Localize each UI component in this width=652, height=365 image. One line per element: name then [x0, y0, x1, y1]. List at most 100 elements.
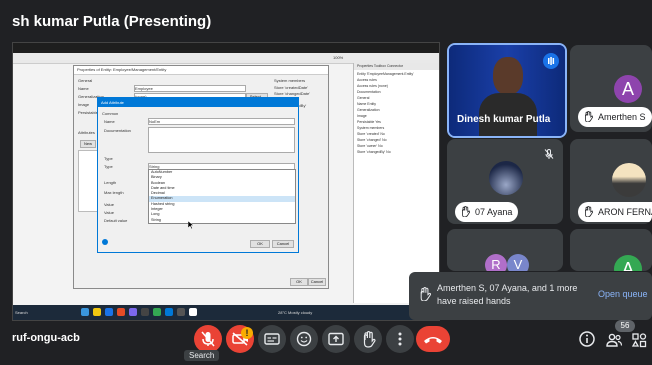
terminal-icon[interactable]: [177, 308, 185, 316]
persistable-label: Persistable: [78, 110, 98, 115]
hand-icon: [363, 331, 376, 348]
app-menubar: App Run Version Control Language Help Va…: [13, 43, 439, 57]
name-label: Name: [104, 119, 115, 124]
vscode-icon[interactable]: [129, 308, 137, 316]
taskbar-search[interactable]: Search: [15, 310, 28, 315]
raised-hand-icon: [420, 287, 431, 301]
raised-hand-icon: [462, 206, 470, 217]
store-icon[interactable]: [141, 308, 149, 316]
windows-taskbar: Search 28°C Mostly cloudy 10:34: [13, 305, 439, 320]
participant-name: Dinesh kumar Putla: [457, 114, 551, 125]
present-button[interactable]: [322, 325, 350, 353]
avatar: V: [507, 254, 529, 271]
image-label: Image: [78, 102, 90, 107]
add-attribute-dialog: Add Attribute Common Name NoEm Documenta…: [97, 97, 299, 253]
properties-title: Entity 'EmployeeManagement.Entity': [357, 72, 414, 76]
dialog-title: Properties of Entity: Employee/Managemen…: [74, 66, 328, 75]
meeting-info-button[interactable]: [578, 330, 596, 353]
avatar: R: [485, 254, 507, 271]
tab-connector: Connector: [386, 64, 404, 68]
participant-name: 07 Ayana: [475, 207, 513, 217]
open-queue-link[interactable]: Open queue: [598, 289, 648, 299]
attributes-label: Attributes: [78, 130, 95, 135]
prop-row: Persistable Yes: [357, 120, 381, 124]
mic-off-icon: [543, 147, 555, 165]
warning-badge: !: [241, 327, 253, 339]
type-label: Type: [104, 164, 113, 169]
max-length-label: Max length: [104, 190, 124, 195]
activities-button[interactable]: [630, 331, 648, 354]
documentation-label: Documentation: [104, 128, 131, 133]
name-label: Name: [78, 86, 89, 91]
people-button[interactable]: [605, 331, 623, 354]
raise-hand-button[interactable]: [354, 325, 382, 353]
tab-toolbox: Toolbox: [373, 64, 386, 68]
weather-text: 28°C Mostly cloudy: [278, 310, 313, 315]
system-member[interactable]: Store 'createdDate': [274, 85, 308, 90]
reactions-button[interactable]: [290, 325, 318, 353]
participant-nameplate: 07 Ayana: [455, 202, 519, 222]
mendix-icon[interactable]: [165, 308, 173, 316]
participant-name: ARON FERNA: [598, 207, 652, 217]
participant-name: Amerthen S: [598, 112, 646, 122]
person-head: [493, 57, 523, 95]
mic-toggle-button[interactable]: [194, 325, 222, 353]
participant-tile[interactable]: A Amerthen S: [570, 45, 652, 132]
type-options-list[interactable]: AutoNumber Binary Boolean Date and time …: [148, 169, 296, 224]
presenter-title: sh kumar Putla (Presenting): [12, 13, 212, 30]
raised-hands-toast: Amerthen S, 07 Ayana, and 1 more have ra…: [409, 272, 652, 320]
documentation-field[interactable]: [148, 127, 295, 153]
type-section-label: Type: [104, 156, 113, 161]
explorer-icon[interactable]: [93, 308, 101, 316]
avatar: [489, 161, 523, 195]
help-icon[interactable]: [102, 239, 108, 245]
prop-row: Documentation: [357, 90, 381, 94]
type-option[interactable]: String: [149, 218, 295, 223]
participant-tile[interactable]: ARON FERNA: [570, 139, 652, 224]
captions-button[interactable]: [258, 325, 286, 353]
captions-icon: [264, 333, 280, 345]
cancel-button[interactable]: Cancel: [308, 278, 326, 286]
leave-call-button[interactable]: [416, 326, 450, 352]
toast-message: Amerthen S, 07 Ayana, and 1 more have ra…: [437, 283, 578, 306]
participant-tile[interactable]: 07 Ayana: [447, 139, 563, 224]
ok-button[interactable]: OK: [290, 278, 308, 286]
prop-row: Store 'changedBy' No: [357, 150, 391, 154]
common-label: Common: [102, 111, 119, 116]
more-options-button[interactable]: [386, 325, 414, 353]
entity-name-field[interactable]: Employee: [134, 85, 246, 92]
value-section-label: Value: [104, 202, 114, 207]
ok-button[interactable]: OK: [250, 240, 270, 248]
participant-nameplate: ARON FERNA: [578, 202, 652, 222]
hang-up-icon: [424, 337, 442, 344]
shared-screen: App Run Version Control Language Help Va…: [12, 42, 440, 321]
system-member[interactable]: Store 'changedDate': [274, 91, 310, 96]
participant-tile-group[interactable]: R V: [447, 229, 563, 271]
people-icon: [606, 333, 623, 347]
more-vert-icon: [398, 332, 402, 346]
emoji-icon: [296, 331, 312, 347]
raised-hand-icon: [585, 111, 593, 122]
attribute-name-field[interactable]: NoEm: [148, 118, 295, 125]
participant-tile-presenter[interactable]: Dinesh kumar Putla: [447, 43, 567, 138]
app-icon[interactable]: [117, 308, 125, 316]
prop-row: General: [357, 96, 370, 100]
properties-tabs: Properties Toolbox Connector: [354, 63, 439, 70]
properties-panel: Properties Toolbox Connector Entity 'Emp…: [353, 63, 439, 303]
prop-row: Access rules (none): [357, 84, 388, 88]
avatar: A: [614, 255, 642, 271]
cancel-button[interactable]: Cancel: [272, 240, 294, 248]
new-attribute-button[interactable]: New: [80, 140, 96, 148]
chrome-icon[interactable]: [153, 308, 161, 316]
zoom-level: 100%: [333, 55, 344, 60]
length-label: Length: [104, 180, 117, 185]
dialog-title: Add Attribute: [98, 98, 298, 107]
participant-nameplate: Amerthen S: [578, 107, 652, 127]
edge-icon[interactable]: [105, 308, 113, 316]
default-value-label: Default value: [104, 218, 128, 223]
app-active-icon[interactable]: [189, 308, 197, 316]
speaking-indicator-icon: [543, 53, 559, 69]
taskview-icon[interactable]: [81, 308, 89, 316]
prop-row: Store 'changed' No: [357, 138, 387, 142]
participant-tile[interactable]: A: [570, 229, 652, 271]
